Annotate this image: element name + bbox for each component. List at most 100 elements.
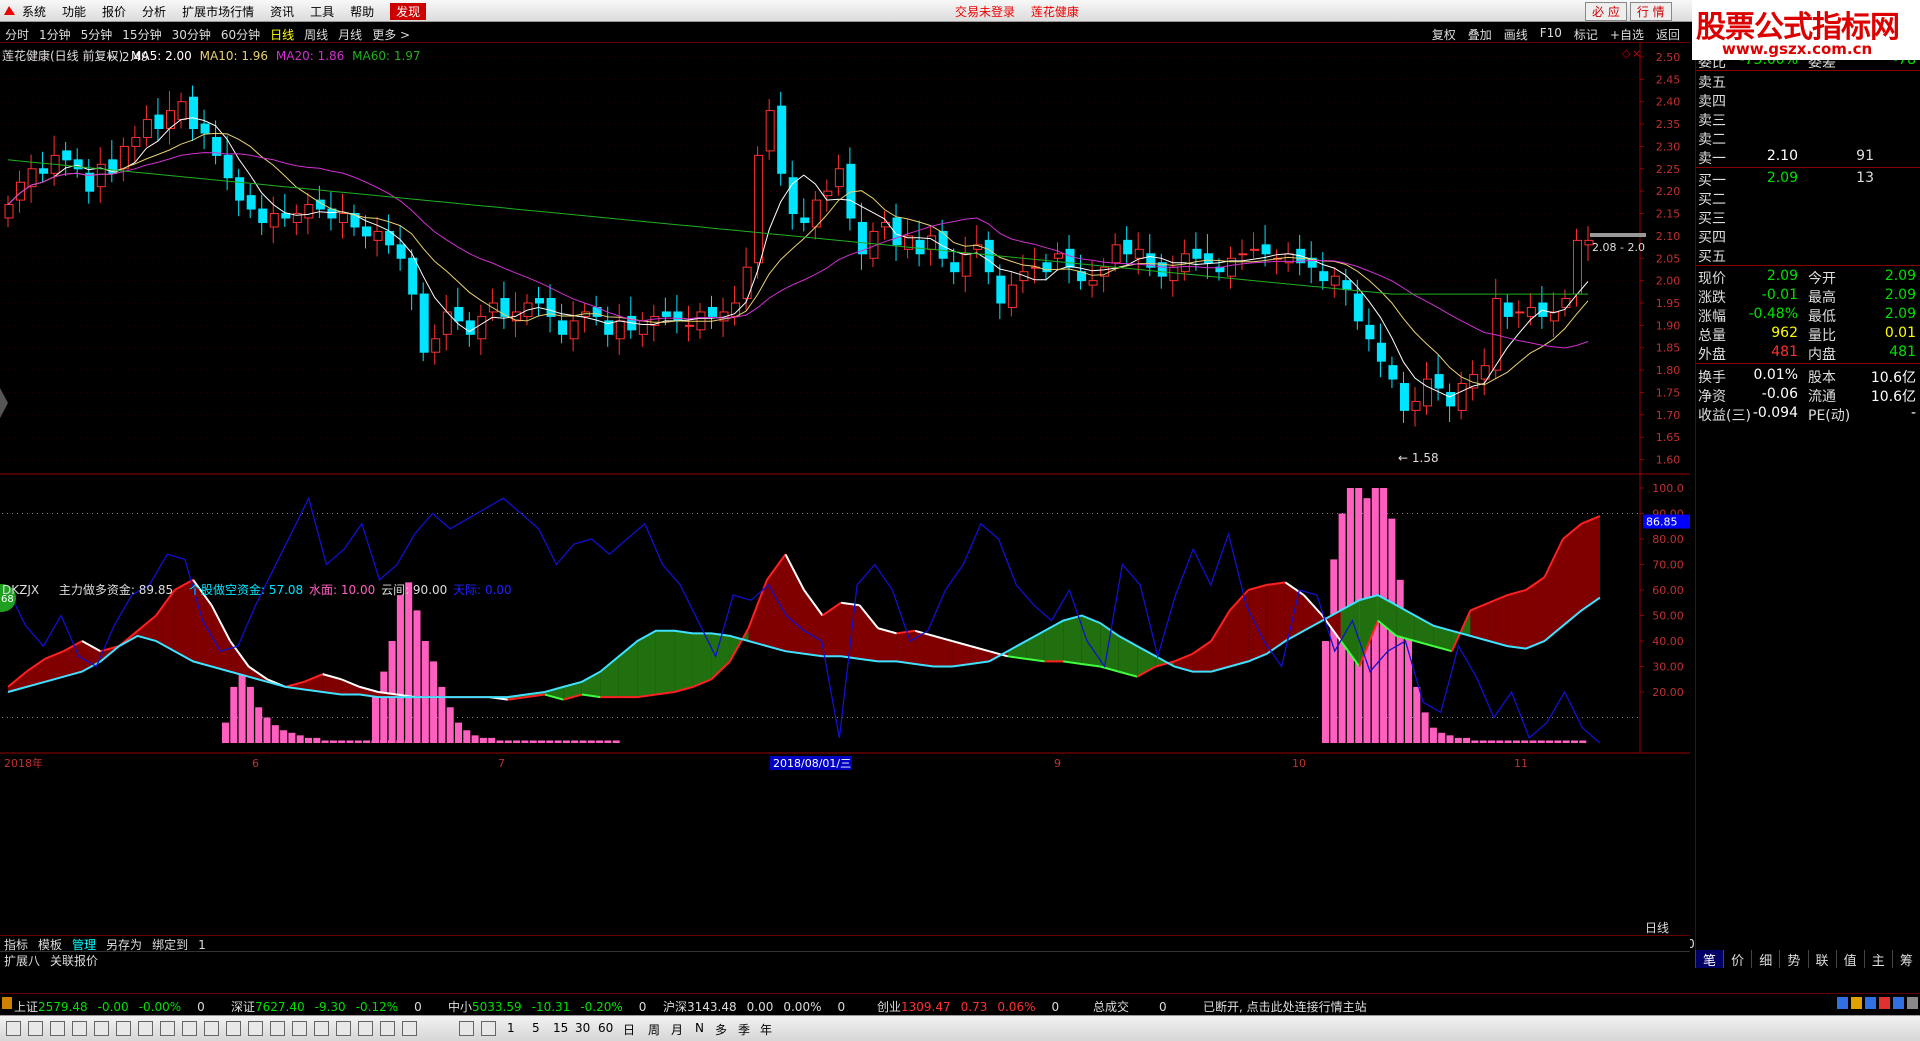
candle-body[interactable] (1111, 244, 1121, 264)
candle-body[interactable] (1561, 298, 1571, 308)
candle-body[interactable] (39, 168, 49, 174)
candle-body[interactable] (777, 105, 787, 174)
circle-icon[interactable] (292, 1021, 307, 1036)
tool-1[interactable]: 叠加 (1468, 26, 1492, 43)
table2-icon[interactable] (116, 1021, 131, 1036)
candle-body[interactable] (1515, 311, 1525, 314)
tab-bing[interactable]: 必 应 (1585, 2, 1627, 21)
quote-tab-6[interactable]: 主 (1863, 950, 1892, 969)
tool-2[interactable]: 画线 (1504, 26, 1528, 43)
diamond-icon[interactable]: ◇ (1622, 47, 1631, 60)
candle-body[interactable] (477, 315, 487, 340)
pencil-icon[interactable] (226, 1021, 241, 1036)
candle-body[interactable] (927, 235, 937, 250)
candle-body[interactable] (535, 298, 545, 304)
candle-body[interactable] (615, 320, 625, 340)
quote-tab-1[interactable]: 价 (1723, 950, 1751, 969)
indicator-tab-1[interactable]: 模板 (38, 938, 62, 952)
candle-body[interactable] (142, 119, 152, 138)
candle-body[interactable] (1388, 365, 1398, 380)
draw-icon[interactable] (402, 1021, 417, 1036)
period-3[interactable]: 15分钟 (122, 26, 161, 43)
period-6[interactable]: 日线 (270, 26, 294, 43)
candle-body[interactable] (465, 320, 475, 335)
buy-price[interactable]: 2.09 (1767, 170, 1798, 186)
toolbar-period-11[interactable]: 年 (760, 1021, 772, 1038)
candle-body[interactable] (119, 145, 129, 170)
candle-body[interactable] (765, 110, 775, 152)
indicator-tab-4[interactable]: 绑定到 (152, 938, 188, 952)
grid-icon[interactable] (72, 1021, 87, 1036)
candle-body[interactable] (1330, 275, 1340, 286)
menu-quote[interactable]: 报价 (102, 3, 126, 20)
candle-body[interactable] (742, 266, 752, 300)
table-icon[interactable] (94, 1021, 109, 1036)
indicator-name[interactable]: DKZJX (2, 583, 39, 597)
candle-body[interactable] (1503, 302, 1513, 317)
a-icon[interactable] (270, 1021, 285, 1036)
candle-body[interactable] (419, 293, 429, 353)
candle-body[interactable] (673, 311, 683, 322)
candle-body[interactable] (823, 190, 833, 197)
fd-icon[interactable] (204, 1021, 219, 1036)
status-icon-0[interactable] (1837, 997, 1848, 1009)
candle-body[interactable] (1203, 253, 1213, 264)
toolbar-period-6[interactable]: 周 (648, 1021, 660, 1038)
candle-body[interactable] (1446, 391, 1456, 407)
quote-tab-7[interactable]: 筹 (1891, 950, 1920, 969)
f10-icon[interactable] (182, 1021, 197, 1036)
candle-body[interactable] (1365, 324, 1375, 340)
candle-body[interactable] (950, 262, 960, 273)
candle-body[interactable] (638, 320, 648, 335)
candle-body[interactable] (154, 114, 164, 130)
index-2[interactable]: 中小5033.59 -10.31 -0.20% 0 (448, 998, 646, 1015)
indicator-tab-3[interactable]: 另存为 (106, 938, 142, 952)
candle-body[interactable] (1007, 284, 1017, 308)
candle-body[interactable] (235, 177, 245, 201)
menu-ext-market[interactable]: 扩展市场行情 (182, 3, 254, 20)
candle-body[interactable] (488, 302, 498, 313)
candle-body[interactable] (800, 217, 810, 223)
menu-help[interactable]: 帮助 (350, 3, 374, 20)
move-icon[interactable] (380, 1021, 395, 1036)
index-0[interactable]: 上证2579.48 -0.00 -0.00% 0 (14, 998, 205, 1015)
toolbar-period-1[interactable]: 5 (532, 1021, 540, 1035)
index-bar-icon[interactable] (2, 997, 12, 1009)
connection-status[interactable]: 已断开, 点击此处连接行情主站 (1203, 998, 1367, 1015)
toolbar-period-2[interactable]: 15 (553, 1021, 568, 1035)
tool-4[interactable]: 标记 (1574, 26, 1598, 43)
quote-tab-3[interactable]: 势 (1779, 950, 1807, 969)
candle-body[interactable] (1065, 248, 1075, 268)
candle-body[interactable] (684, 324, 694, 327)
candle-body[interactable] (1423, 378, 1433, 407)
candle-body[interactable] (834, 168, 844, 188)
candle-body[interactable] (223, 154, 233, 179)
candle-body[interactable] (177, 101, 187, 121)
candle-body[interactable] (131, 136, 141, 147)
status-icon-1[interactable] (1851, 997, 1862, 1009)
kline-chart[interactable]: 2.50 2.45 2.40 2.35 2.30 2.25 2.20 2.15 2.10 2.05… (0, 43, 1690, 933)
quote-tab-5[interactable]: 值 (1835, 950, 1864, 969)
candle-body[interactable] (984, 239, 994, 273)
index-1[interactable]: 深证7627.40 -9.30 -0.12% 0 (231, 998, 422, 1015)
period-4[interactable]: 30分钟 (172, 26, 211, 43)
candle-body[interactable] (1549, 311, 1559, 322)
line-chart-icon[interactable] (138, 1021, 153, 1036)
candle-body[interactable] (362, 226, 372, 237)
toolbar-period-8[interactable]: N (695, 1021, 704, 1035)
tool-3[interactable]: F10 (1540, 26, 1562, 43)
candle-body[interactable] (1250, 248, 1260, 251)
period-9[interactable]: 更多 > (372, 26, 410, 43)
toolbar-period-10[interactable]: 季 (738, 1021, 750, 1038)
period-7[interactable]: 周线 (304, 26, 328, 43)
candle-body[interactable] (1538, 302, 1548, 317)
candle-body[interactable] (396, 244, 406, 259)
candle-body[interactable] (408, 257, 418, 295)
candle-body[interactable] (327, 208, 337, 219)
dollar-icon[interactable] (358, 1021, 373, 1036)
candle-body[interactable] (1353, 293, 1363, 322)
toolbar-period-3[interactable]: 30 (575, 1021, 590, 1035)
index-4[interactable]: 创业1309.47 0.73 0.06% 0 (877, 998, 1059, 1015)
candle-body[interactable] (754, 154, 764, 264)
candle-body[interactable] (1457, 383, 1467, 411)
